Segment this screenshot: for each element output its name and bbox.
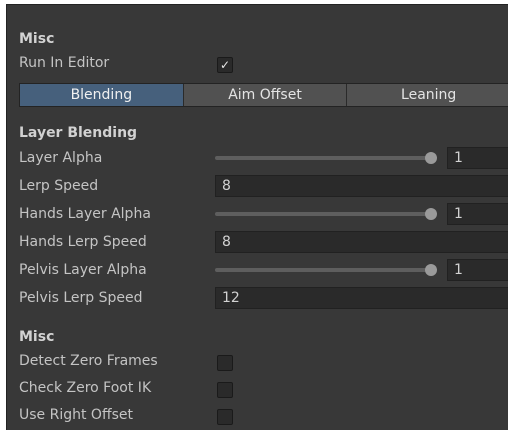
- inspector-panel: Misc Run In Editor ✓ Blending Aim Offset…: [6, 4, 508, 430]
- layer-alpha-label: Layer Alpha: [19, 150, 103, 166]
- blend-tabs: Blending Aim Offset Leaning: [19, 83, 508, 107]
- misc-section-title: Misc: [19, 31, 55, 47]
- use-right-offset-checkbox[interactable]: [217, 409, 233, 425]
- layer-alpha-slider-knob[interactable]: [425, 152, 437, 164]
- lerp-speed-field[interactable]: 8: [215, 175, 508, 197]
- hands-layer-alpha-slider-track[interactable]: [215, 212, 435, 216]
- detect-zero-frames-checkbox[interactable]: [217, 355, 233, 371]
- hands-layer-alpha-field[interactable]: 1: [447, 203, 508, 225]
- pelvis-layer-alpha-slider-track[interactable]: [215, 268, 435, 272]
- hands-lerp-speed-field[interactable]: 8: [215, 231, 508, 253]
- tab-blending[interactable]: Blending: [20, 84, 184, 106]
- pelvis-lerp-speed-label: Pelvis Lerp Speed: [19, 290, 143, 306]
- pelvis-lerp-speed-field[interactable]: 12: [215, 287, 508, 309]
- check-zero-foot-ik-checkbox[interactable]: [217, 382, 233, 398]
- run-in-editor-checkbox[interactable]: ✓: [217, 57, 233, 73]
- check-zero-foot-ik-label: Check Zero Foot IK: [19, 380, 152, 396]
- use-right-offset-label: Use Right Offset: [19, 407, 133, 423]
- layer-alpha-slider-track[interactable]: [215, 156, 435, 160]
- lerp-speed-label: Lerp Speed: [19, 178, 99, 194]
- pelvis-layer-alpha-label: Pelvis Layer Alpha: [19, 262, 147, 278]
- layer-blending-title: Layer Blending: [19, 125, 138, 141]
- run-in-editor-label: Run In Editor: [19, 55, 110, 71]
- pelvis-layer-alpha-slider-knob[interactable]: [425, 264, 437, 276]
- tab-aim-offset[interactable]: Aim Offset: [183, 84, 348, 106]
- tab-leaning[interactable]: Leaning: [347, 84, 508, 106]
- checkmark-icon: ✓: [219, 58, 231, 72]
- misc-bottom-title: Misc: [19, 329, 55, 345]
- hands-layer-alpha-label: Hands Layer Alpha: [19, 206, 151, 222]
- pelvis-layer-alpha-field[interactable]: 1: [447, 259, 508, 281]
- layer-alpha-field[interactable]: 1: [447, 147, 508, 169]
- detect-zero-frames-label: Detect Zero Frames: [19, 353, 158, 369]
- hands-lerp-speed-label: Hands Lerp Speed: [19, 234, 147, 250]
- hands-layer-alpha-slider-knob[interactable]: [425, 208, 437, 220]
